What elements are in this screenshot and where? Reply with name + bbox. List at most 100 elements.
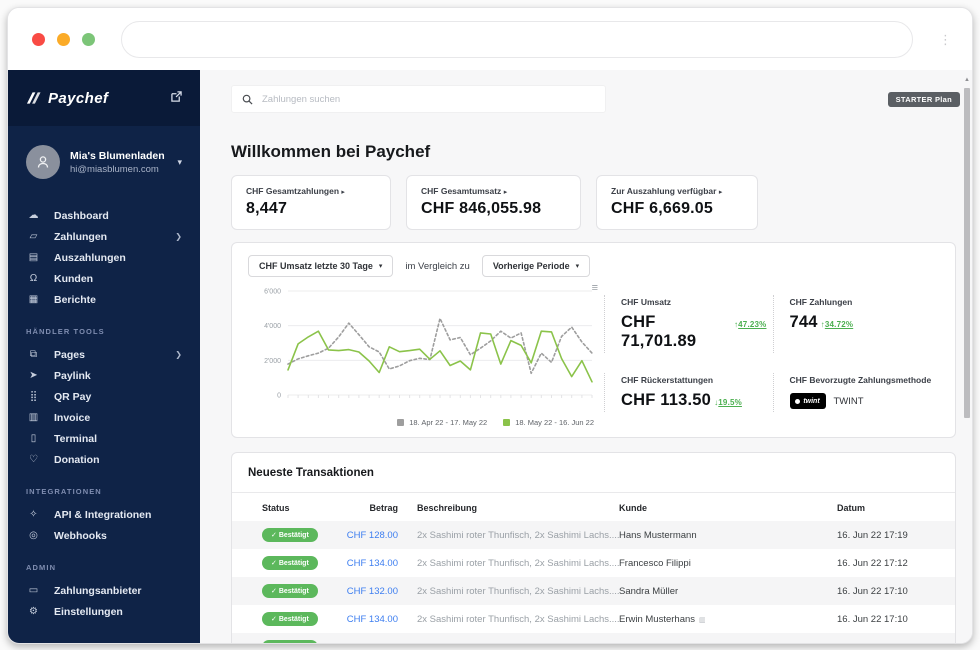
payouts-icon: ▤ xyxy=(28,252,39,263)
terminal-phone-icon: ▯ xyxy=(30,433,37,444)
external-link-icon[interactable] xyxy=(171,89,182,107)
chart-legend: 18. Apr 22 - 17. May 22 18. May 22 - 16.… xyxy=(248,418,600,427)
pages-icon: ⧉ xyxy=(29,349,38,360)
chart-controls: CHF Umsatz letzte 30 Tage ▾ im Vergleich… xyxy=(248,255,941,277)
avatar xyxy=(26,145,60,179)
payment-method-name: TWINT xyxy=(833,395,864,407)
stat-card-zur-auszahlung[interactable]: Zur Auszahlung verfügbar ▸ CHF 6,669.05 xyxy=(596,175,758,230)
heart-icon: ♡ xyxy=(29,454,38,465)
customers-icon: Ω xyxy=(29,273,38,284)
range-select[interactable]: CHF Umsatz letzte 30 Tage ▾ xyxy=(248,255,394,277)
col-kunde: Kunde xyxy=(619,503,647,513)
col-datum: Datum xyxy=(837,503,866,513)
person-icon xyxy=(37,156,49,168)
maximize-window-button[interactable] xyxy=(82,32,95,46)
minimize-window-button[interactable] xyxy=(57,32,70,46)
customer: Erwin Musterhans ▥ xyxy=(619,613,706,625)
table-row[interactable]: ✓ Bestätigt CHF 128.00 2x Sashimi roter … xyxy=(232,521,955,549)
dashboard-cloud-icon: ☁ xyxy=(28,210,39,221)
delta-up-indicator[interactable]: ↑34.72% xyxy=(821,320,854,329)
browser-menu-icon[interactable]: ⋮ xyxy=(935,33,956,46)
stat-card-gesamtumsatz[interactable]: CHF Gesamtumsatz ▸ CHF 846,055.98 xyxy=(406,175,581,230)
chart-canvas: 6'000 4'000 2'000 0 xyxy=(264,289,593,400)
customer-detail-icon: ▥ xyxy=(699,616,706,624)
transactions-card: Neueste Transaktionen Status Betrag Besc… xyxy=(231,452,956,643)
stat-value: CHF 846,055.98 xyxy=(421,200,542,217)
metric-zahlungen: CHF Zahlungen 744 ↑34.72% xyxy=(772,295,942,353)
sidebar-item-zahlungsanbieter[interactable]: ▭ Zahlungsanbieter xyxy=(8,580,200,601)
account-name: Mia's Blumenladen xyxy=(70,149,165,162)
sidebar-item-paylink[interactable]: ➤ Paylink xyxy=(8,365,200,386)
sidebar-item-qr-pay[interactable]: ⣿ QR Pay xyxy=(8,386,200,407)
date: 16. Jun 22 17:10 xyxy=(837,585,908,597)
scrollbar-thumb[interactable] xyxy=(964,88,970,418)
api-icon: ✧ xyxy=(29,509,38,520)
close-window-button[interactable] xyxy=(32,32,45,46)
customer: Hans Mustermann xyxy=(619,529,697,541)
sidebar-item-kunden[interactable]: Ω Kunden xyxy=(8,268,200,289)
search-bar[interactable] xyxy=(231,85,606,113)
col-beschreibung: Beschreibung xyxy=(417,503,478,513)
sidebar-item-terminal[interactable]: ▯ Terminal xyxy=(8,428,200,449)
sidebar: Paychef Mia's Blumenladen hi@miasblumen.… xyxy=(8,70,200,643)
chevron-right-icon: ❯ xyxy=(175,350,182,359)
sidebar-item-invoice[interactable]: ▥ Invoice xyxy=(8,407,200,428)
customer: Francesco Filippi xyxy=(619,557,691,569)
sidebar-item-donation[interactable]: ♡ Donation xyxy=(8,449,200,470)
sidebar-item-einstellungen[interactable]: ⚙ Einstellungen xyxy=(8,601,200,622)
svg-text:6'000: 6'000 xyxy=(264,289,281,296)
col-status: Status xyxy=(262,503,290,513)
plan-badge[interactable]: STARTER Plan xyxy=(887,91,960,107)
amount-link[interactable]: CHF 132.00 xyxy=(340,586,398,597)
browser-window: ⋮ Paychef Mia's Blumenladen hi@miasblume… xyxy=(7,7,973,644)
check-icon: ✓ xyxy=(271,560,277,567)
amount-link[interactable]: CHF 128.00 xyxy=(340,530,398,541)
sidebar-nav: ☁ Dashboard ▱ Zahlungen ❯ ▤ Auszahlungen… xyxy=(8,195,200,622)
paychef-logo-icon xyxy=(26,92,41,104)
sidebar-item-api-integrationen[interactable]: ✧ API & Integrationen xyxy=(8,504,200,525)
caret-right-icon: ▸ xyxy=(503,189,508,196)
table-row[interactable]: ✓ Bestätigt CHF 134.00 2x Sashimi roter … xyxy=(232,605,955,633)
check-icon: ✓ xyxy=(271,588,277,595)
qr-code-icon: ⣿ xyxy=(29,391,38,402)
reports-icon: ▦ xyxy=(28,294,39,305)
paylink-send-icon: ➤ xyxy=(29,370,38,381)
account-email: hi@miasblumen.com xyxy=(70,163,159,175)
chart-menu-icon[interactable]: ≡ xyxy=(592,283,598,294)
amount-link[interactable]: CHF 134.00 xyxy=(340,558,398,569)
status-badge: ✓ Bestätigt xyxy=(262,640,318,643)
address-bar[interactable] xyxy=(121,20,913,58)
sidebar-item-berichte[interactable]: ▦ Berichte xyxy=(8,289,200,310)
table-row[interactable]: ✓ Bestätigt CHF 132.00 2x Sashimi roter … xyxy=(232,577,955,605)
amount-link[interactable]: CHF 222.50 xyxy=(340,642,398,644)
sidebar-item-zahlungen[interactable]: ▱ Zahlungen ❯ xyxy=(8,226,200,247)
sidebar-item-dashboard[interactable]: ☁ Dashboard xyxy=(8,205,200,226)
table-header-row: Status Betrag Beschreibung Kunde Datum xyxy=(232,493,955,521)
scroll-up-arrow-icon[interactable]: ▲ xyxy=(963,76,971,84)
compare-select[interactable]: Vorherige Periode ▾ xyxy=(481,255,591,277)
stat-cards: CHF Gesamtzahlungen ▸ 8,447 CHF Gesamtum… xyxy=(231,175,956,230)
check-icon: ✓ xyxy=(271,532,277,539)
table-row[interactable]: ✓ Bestätigt CHF 222.50 2x Sashimi roter … xyxy=(232,633,955,643)
browser-chrome: ⋮ xyxy=(8,8,972,70)
legend-previous-period: 18. Apr 22 - 17. May 22 xyxy=(397,418,487,427)
delta-up-indicator[interactable]: ↑47.23% xyxy=(734,320,767,329)
legend-swatch-gray xyxy=(397,419,405,426)
paychef-logo[interactable]: Paychef xyxy=(26,90,171,107)
section-admin: ADMIN xyxy=(26,563,57,572)
svg-text:2'000: 2'000 xyxy=(264,358,281,365)
table-row[interactable]: ✓ Bestätigt CHF 134.00 2x Sashimi roter … xyxy=(232,549,955,577)
sidebar-item-webhooks[interactable]: ◎ Webhooks xyxy=(8,525,200,546)
search-input[interactable] xyxy=(262,93,595,105)
line-chart: ≡ 6'000 4'000 2'000 0 18. Apr 22 - 17. May … xyxy=(248,283,600,428)
webhook-pin-icon: ◎ xyxy=(29,530,38,541)
delta-down-indicator[interactable]: ↓19.5% xyxy=(714,398,742,407)
status-badge: ✓ Bestätigt xyxy=(262,556,318,570)
stat-card-gesamtzahlungen[interactable]: CHF Gesamtzahlungen ▸ 8,447 xyxy=(231,175,391,230)
amount-link[interactable]: CHF 134.00 xyxy=(340,614,398,625)
search-icon xyxy=(242,94,253,105)
account-switcher[interactable]: Mia's Blumenladen hi@miasblumen.com ▾ xyxy=(8,126,200,195)
sidebar-item-auszahlungen[interactable]: ▤ Auszahlungen xyxy=(8,247,200,268)
scrollbar[interactable]: ▲ xyxy=(963,76,971,643)
sidebar-item-pages[interactable]: ⧉ Pages ❯ xyxy=(8,344,200,365)
